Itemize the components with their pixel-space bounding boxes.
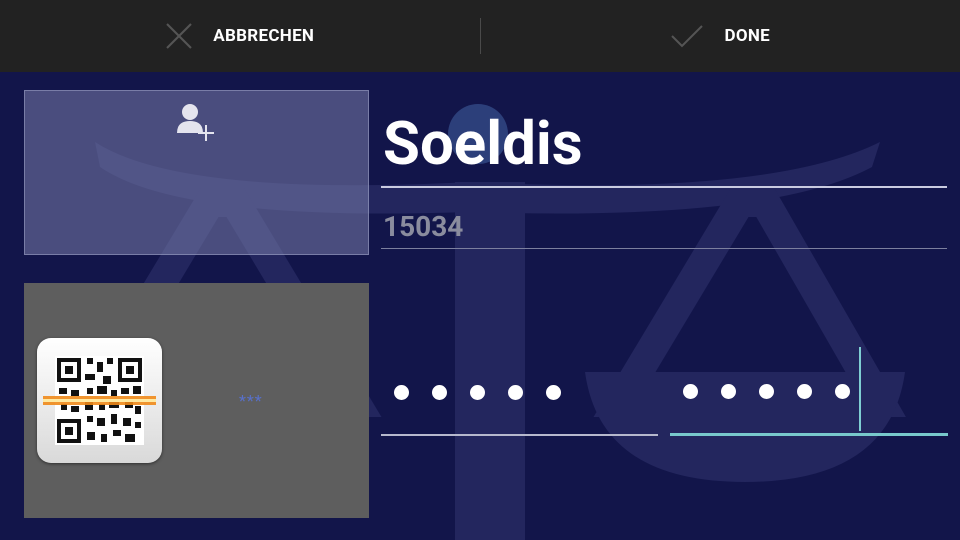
contact-photo-box[interactable]: [24, 90, 369, 255]
name-field[interactable]: Soeldis: [381, 100, 947, 188]
cancel-button[interactable]: ABBRECHEN: [0, 0, 480, 72]
done-label: DONE: [724, 26, 771, 46]
add-contact-icon: [177, 104, 214, 141]
password-dot: [797, 384, 812, 399]
password-dot: [432, 384, 447, 400]
number-field[interactable]: 15034: [381, 205, 947, 249]
password-dot: [546, 384, 561, 400]
done-button[interactable]: DONE: [481, 0, 960, 72]
password-dot: [508, 384, 523, 400]
pin-confirm-field[interactable]: [670, 347, 948, 436]
password-dot: [759, 384, 774, 399]
password-dot: [683, 384, 698, 399]
cancel-label: ABBRECHEN: [213, 26, 315, 46]
pin-field[interactable]: [381, 350, 658, 436]
text-cursor: [859, 347, 861, 431]
qr-masked-text: ***: [239, 391, 263, 410]
action-bar: ABBRECHEN DONE: [0, 0, 960, 72]
password-dot: [470, 384, 485, 400]
password-dot: [835, 384, 850, 399]
close-icon: [166, 23, 192, 49]
password-dot: [721, 384, 736, 399]
qr-scanner-icon[interactable]: [37, 338, 162, 463]
qr-code-box[interactable]: ***: [24, 283, 369, 518]
password-dot: [394, 384, 409, 400]
check-icon: [671, 25, 704, 48]
